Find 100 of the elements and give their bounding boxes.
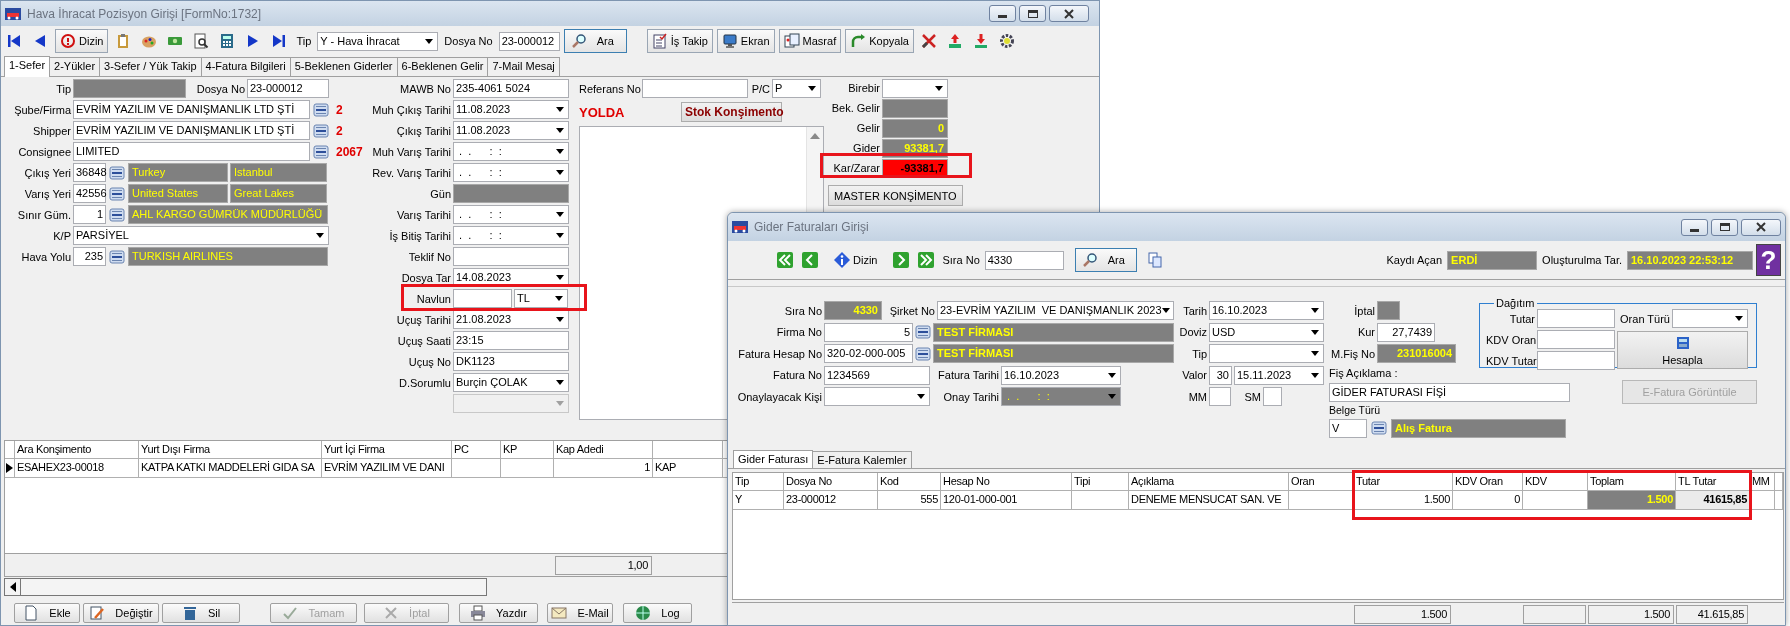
chevron-right-icon[interactable]: [893, 252, 910, 268]
search-button[interactable]: Ara: [1074, 248, 1137, 272]
text-field[interactable]: 4330: [984, 250, 1064, 270]
text-field[interactable]: 320-02-000-005: [824, 344, 913, 364]
list-icon[interactable]: [312, 122, 330, 139]
document-magnifier-icon[interactable]: [193, 33, 210, 49]
toolbar-button[interactable]: Dizin: [830, 248, 882, 272]
action-button[interactable]: Ekle: [14, 603, 80, 623]
dropdown[interactable]: PARSİYEL: [73, 226, 329, 245]
action-button[interactable]: MASTER KONŞİMENTO: [828, 185, 963, 206]
text-field[interactable]: 30: [1209, 365, 1232, 385]
dropdown[interactable]: P: [772, 79, 821, 98]
action-button[interactable]: Log: [623, 603, 692, 623]
chevron-left-icon[interactable]: [802, 252, 818, 268]
text-field[interactable]: [1537, 351, 1615, 370]
download-icon[interactable]: [973, 33, 989, 49]
dropdown[interactable]: Burçin ÇOLAK: [453, 373, 569, 392]
action-button[interactable]: Stok Konşimento: [681, 102, 782, 122]
calculate-button[interactable]: Hesapla: [1617, 331, 1748, 369]
toolbar-button[interactable]: Dizin: [55, 29, 109, 53]
text-field[interactable]: 23:15: [453, 331, 569, 350]
tab[interactable]: 7-Mail Mesaj: [487, 57, 560, 76]
close-button[interactable]: [1049, 5, 1089, 22]
text-field[interactable]: 1: [73, 205, 106, 224]
list-icon[interactable]: [1369, 420, 1389, 437]
tab[interactable]: Gider Faturası: [733, 450, 814, 469]
double-chevron-right-icon[interactable]: [918, 252, 935, 268]
text-field[interactable]: LIMITED: [73, 142, 310, 161]
action-button[interactable]: Değiştir: [83, 603, 159, 623]
list-icon[interactable]: [108, 164, 126, 181]
upload-icon[interactable]: [947, 33, 963, 49]
text-field[interactable]: EVRİM YAZILIM VE DANIŞMANLIK LTD ŞTİ: [73, 121, 310, 140]
dropdown[interactable]: TL: [514, 289, 568, 308]
last-record-icon[interactable]: [271, 33, 288, 49]
text-field[interactable]: 23-000012: [247, 79, 329, 98]
dropdown[interactable]: . . : :: [453, 205, 569, 224]
text-field[interactable]: 5: [824, 322, 913, 342]
text-field[interactable]: EVRİM YAZILIM VE DANIŞMANLIK LTD ŞTİ: [73, 100, 310, 119]
text-field[interactable]: 42556: [73, 184, 106, 203]
action-button[interactable]: E-Mail: [547, 603, 613, 623]
text-field[interactable]: V: [1329, 418, 1367, 438]
text-field[interactable]: [1537, 330, 1615, 349]
row-header[interactable]: [5, 459, 15, 478]
text-field[interactable]: [453, 247, 569, 266]
document-icon: [23, 605, 40, 621]
dropdown[interactable]: 11.08.2023: [453, 121, 569, 140]
toolbar-button[interactable]: Ekran: [716, 29, 775, 53]
close-button[interactable]: [1741, 218, 1781, 236]
dropdown[interactable]: . . : :: [453, 163, 569, 182]
action-button[interactable]: Yazdır: [459, 603, 538, 623]
dropdown[interactable]: 11.08.2023: [453, 100, 569, 119]
list-icon[interactable]: [312, 143, 330, 160]
list-icon[interactable]: [915, 345, 931, 362]
gear-icon[interactable]: [999, 33, 1015, 49]
dropdown[interactable]: . . : :: [453, 142, 569, 161]
minimize-button[interactable]: [989, 5, 1016, 22]
search-button[interactable]: Ara: [563, 29, 627, 53]
dropdown[interactable]: Y - Hava İhracat: [317, 31, 439, 51]
minimize-button[interactable]: [1681, 218, 1708, 236]
text-field[interactable]: DK1123: [453, 352, 569, 371]
tools-icon[interactable]: [921, 33, 937, 49]
toolbar-button[interactable]: Masraf: [778, 29, 842, 53]
dropdown[interactable]: 16.10.2023: [1001, 365, 1121, 385]
action-button[interactable]: Sil: [162, 603, 240, 623]
list-icon[interactable]: [915, 324, 931, 341]
list-icon[interactable]: [108, 185, 126, 202]
dropdown[interactable]: . . : :: [453, 226, 569, 245]
toolbar-button[interactable]: Kopyala: [845, 29, 914, 53]
caret-icon: [556, 107, 564, 112]
dropdown[interactable]: 15.11.2023: [1234, 365, 1324, 385]
text-field[interactable]: GİDER FATURASI FİŞİ: [1329, 382, 1570, 402]
list-icon[interactable]: [108, 206, 126, 223]
double-chevron-left-icon[interactable]: [777, 252, 793, 268]
tab[interactable]: E-Fatura Kalemler: [812, 451, 912, 468]
toolbar-button[interactable]: İş Takip: [646, 29, 713, 53]
text-field[interactable]: 27,7439: [1377, 322, 1435, 342]
text-field[interactable]: 23-000012: [498, 31, 560, 51]
list-icon[interactable]: [108, 248, 126, 265]
dropdown[interactable]: USD: [1209, 322, 1324, 342]
text-field[interactable]: 235: [73, 247, 106, 266]
maximize-button[interactable]: [1711, 218, 1738, 236]
dropdown[interactable]: 16.10.2023: [1209, 301, 1324, 321]
list-icon[interactable]: [312, 101, 330, 118]
text-field[interactable]: [453, 289, 512, 308]
help-button[interactable]: ?: [1756, 244, 1781, 276]
text-field[interactable]: 235-4061 5024: [453, 79, 569, 98]
text-field[interactable]: 1234569: [824, 365, 930, 385]
text-field[interactable]: [642, 79, 748, 98]
tab[interactable]: 1-Sefer: [4, 56, 51, 77]
maximize-button[interactable]: [1019, 5, 1046, 22]
text-field[interactable]: [1209, 387, 1231, 407]
text-field[interactable]: [1537, 309, 1615, 328]
scrollbar[interactable]: [4, 578, 487, 596]
calculator-icon[interactable]: [219, 33, 236, 49]
dropdown[interactable]: . . : :: [1001, 387, 1121, 407]
first-record-icon[interactable]: [6, 33, 22, 49]
text-field[interactable]: 36848: [73, 163, 106, 182]
dropdown[interactable]: 23-EVRİM YAZILIM VE DANIŞMANLIK 2023: [937, 301, 1174, 321]
text-field[interactable]: [1263, 387, 1282, 407]
copy-icon[interactable]: [1146, 252, 1163, 268]
